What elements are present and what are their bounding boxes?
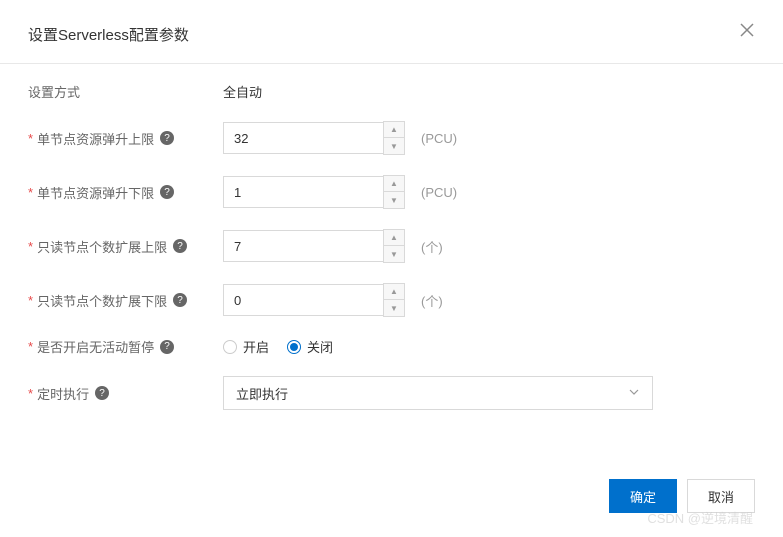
unit-ro-upper: (个): [421, 237, 443, 256]
help-icon[interactable]: ?: [173, 239, 187, 253]
close-icon[interactable]: [739, 22, 755, 41]
row-ro-lower: 只读节点个数扩展下限 ? ▲ ▼ (个): [28, 283, 755, 317]
label-ro-lower: 只读节点个数扩展下限 ?: [28, 291, 223, 310]
radio-icon: [223, 340, 237, 354]
input-ro-upper[interactable]: [223, 230, 383, 262]
select-schedule[interactable]: 立即执行: [223, 376, 653, 410]
radio-autopause-off[interactable]: 关闭: [287, 337, 333, 356]
step-up-icon[interactable]: ▲: [384, 230, 404, 246]
step-down-icon[interactable]: ▼: [384, 246, 404, 262]
step-down-icon[interactable]: ▼: [384, 192, 404, 208]
dialog-body: 设置方式 全自动 单节点资源弹升上限 ? ▲ ▼ (PCU) 单节点资源弹升下限…: [0, 64, 783, 410]
dialog: 设置Serverless配置参数 设置方式 全自动 单节点资源弹升上限 ? ▲ …: [0, 0, 783, 537]
label-schedule: 定时执行 ?: [28, 384, 223, 403]
ok-button[interactable]: 确定: [609, 479, 677, 513]
value-mode: 全自动: [223, 82, 262, 101]
label-upper-limit: 单节点资源弹升上限 ?: [28, 129, 223, 148]
help-icon[interactable]: ?: [95, 386, 109, 400]
row-mode: 设置方式 全自动: [28, 82, 755, 101]
label-autopause: 是否开启无活动暂停 ?: [28, 337, 223, 356]
help-icon[interactable]: ?: [160, 131, 174, 145]
input-upper-limit[interactable]: [223, 122, 383, 154]
unit-ro-lower: (个): [421, 291, 443, 310]
stepper-ro-upper: ▲ ▼: [223, 229, 405, 263]
help-icon[interactable]: ?: [160, 340, 174, 354]
step-down-icon[interactable]: ▼: [384, 300, 404, 316]
step-up-icon[interactable]: ▲: [384, 284, 404, 300]
help-icon[interactable]: ?: [160, 185, 174, 199]
unit-lower-limit: (PCU): [421, 185, 457, 200]
dialog-footer: 确定 取消: [609, 479, 755, 513]
unit-upper-limit: (PCU): [421, 131, 457, 146]
stepper-ro-lower: ▲ ▼: [223, 283, 405, 317]
dialog-header: 设置Serverless配置参数: [0, 0, 783, 64]
radio-autopause-on[interactable]: 开启: [223, 337, 269, 356]
stepper-upper-limit: ▲ ▼: [223, 121, 405, 155]
input-ro-lower[interactable]: [223, 284, 383, 316]
stepper-lower-limit: ▲ ▼: [223, 175, 405, 209]
radio-group-autopause: 开启 关闭: [223, 337, 333, 356]
cancel-button[interactable]: 取消: [687, 479, 755, 513]
row-ro-upper: 只读节点个数扩展上限 ? ▲ ▼ (个): [28, 229, 755, 263]
label-lower-limit: 单节点资源弹升下限 ?: [28, 183, 223, 202]
input-lower-limit[interactable]: [223, 176, 383, 208]
radio-icon: [287, 340, 301, 354]
row-upper-limit: 单节点资源弹升上限 ? ▲ ▼ (PCU): [28, 121, 755, 155]
chevron-down-icon: [628, 386, 640, 401]
dialog-title: 设置Serverless配置参数: [28, 24, 755, 45]
label-mode: 设置方式: [28, 82, 223, 101]
step-up-icon[interactable]: ▲: [384, 176, 404, 192]
step-down-icon[interactable]: ▼: [384, 138, 404, 154]
row-schedule: 定时执行 ? 立即执行: [28, 376, 755, 410]
label-ro-upper: 只读节点个数扩展上限 ?: [28, 237, 223, 256]
row-lower-limit: 单节点资源弹升下限 ? ▲ ▼ (PCU): [28, 175, 755, 209]
select-value: 立即执行: [236, 384, 288, 403]
help-icon[interactable]: ?: [173, 293, 187, 307]
row-autopause: 是否开启无活动暂停 ? 开启 关闭: [28, 337, 755, 356]
step-up-icon[interactable]: ▲: [384, 122, 404, 138]
